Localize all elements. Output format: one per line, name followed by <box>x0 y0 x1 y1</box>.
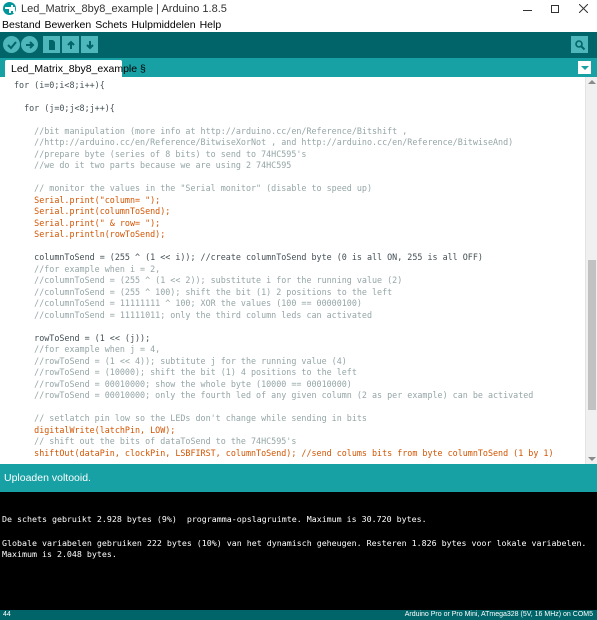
triangle-down-icon <box>580 65 589 70</box>
arrow-right-icon <box>25 40 34 49</box>
arrow-up-icon <box>66 40 75 49</box>
code-editor[interactable]: for (i=0;i<8;i++){ for (j=0;j<8;j++){ //… <box>0 77 585 464</box>
open-button[interactable] <box>62 36 79 53</box>
tab-bar: Led_Matrix_8by8_example § <box>0 58 597 77</box>
menu-bar: Bestand Bewerken Schets Hulpmiddelen Hel… <box>0 17 597 32</box>
save-button[interactable] <box>81 36 98 53</box>
tab-sketch[interactable]: Led_Matrix_8by8_example § <box>5 60 146 77</box>
toolbar <box>0 32 597 58</box>
status-message: Uploaden voltooid. <box>4 472 91 484</box>
console-output[interactable]: De schets gebruikt 2.928 bytes (9%) prog… <box>0 492 597 610</box>
code-line: //we do it two parts because we are usin… <box>14 160 292 170</box>
code-line: for (j=0;j<8;j++){ <box>14 103 115 113</box>
window-title: Led_Matrix_8by8_example | Arduino 1.8.5 <box>21 2 227 15</box>
menu-bestand[interactable]: Bestand <box>0 19 43 31</box>
code-line: //http://arduino.cc/en/Reference/Bitwise… <box>14 137 514 147</box>
editor-scrollbar[interactable] <box>585 77 597 464</box>
code-line: //rowToSend = (10000); shift the bit (1)… <box>14 367 357 377</box>
footer-bar: 44 Arduino Pro or Pro Mini, ATmega328 (5… <box>0 610 597 620</box>
console-line: Globale variabelen gebruiken 222 bytes (… <box>2 538 587 548</box>
code-line: //prepare byte (series of 8 bits) to sen… <box>14 149 307 159</box>
tab-menu-button[interactable] <box>578 61 591 74</box>
code-line: //columnToSend = 11111011; only the thir… <box>14 310 372 320</box>
upload-button[interactable] <box>21 36 38 53</box>
magnifier-icon <box>574 39 585 50</box>
arrow-down-icon <box>85 40 94 49</box>
code-line: //for example when j = 4, <box>14 344 161 354</box>
console-line: De schets gebruikt 2.928 bytes (9%) prog… <box>2 514 427 524</box>
menu-hulpmiddelen[interactable]: Hulpmiddelen <box>129 19 197 31</box>
menu-bewerken[interactable]: Bewerken <box>43 19 94 31</box>
code-line: // setlatch pin low so the LEDs don't ch… <box>14 413 367 423</box>
code-line: shiftOut(dataPin, clockPin, LSBFIRST, co… <box>14 448 554 458</box>
code-line: digitalWrite(latchPin, LOW); <box>14 425 176 435</box>
code-line: //rowToSend = (1 << 4)); subtitute j for… <box>14 356 347 366</box>
menu-schets[interactable]: Schets <box>93 19 129 31</box>
code-line: rowToSend = (1 << (j)); <box>14 333 151 343</box>
scroll-down-icon[interactable] <box>588 457 596 461</box>
line-number: 44 <box>3 611 11 618</box>
code-line: //columnToSend = (255 ^ (1 << 2)); subst… <box>14 275 403 285</box>
new-file-icon <box>48 39 55 50</box>
title-bar: Led_Matrix_8by8_example | Arduino 1.8.5 <box>0 0 597 17</box>
code-line: Serial.print(columnToSend); <box>14 206 171 216</box>
menu-help[interactable]: Help <box>198 19 224 31</box>
code-line: //columnToSend = (255 ^ 100); shift the … <box>14 287 393 297</box>
close-icon[interactable] <box>569 0 597 17</box>
code-line: // monitor the values in the "Serial mon… <box>14 183 372 193</box>
serial-monitor-button[interactable] <box>571 36 588 53</box>
scroll-up-icon[interactable] <box>588 80 596 84</box>
minimize-icon[interactable] <box>513 0 541 17</box>
code-line: //for example when i = 2, <box>14 264 161 274</box>
code-line: //rowToSend = 00010000; show the whole b… <box>14 379 352 389</box>
code-line: Serial.println(rowToSend); <box>14 229 166 239</box>
arduino-logo-icon <box>3 2 16 15</box>
board-info: Arduino Pro or Pro Mini, ATmega328 (5V, … <box>404 611 593 618</box>
window-controls <box>513 0 597 17</box>
scrollbar-thumb[interactable] <box>588 260 596 410</box>
code-line: for (i=0;i<8;i++){ <box>14 80 105 90</box>
new-button[interactable] <box>43 36 60 53</box>
maximize-icon[interactable] <box>541 0 569 17</box>
verify-button[interactable] <box>3 36 20 53</box>
status-bar: Uploaden voltooid. <box>0 464 597 492</box>
code-line: Serial.print("column= "); <box>14 195 161 205</box>
code-line: //rowToSend = 00010000; only the fourth … <box>14 390 534 400</box>
code-line: //bit manipulation (more info at http://… <box>14 126 408 136</box>
checkmark-icon <box>6 40 17 49</box>
code-line: //columnToSend = 11111111 ^ 100; XOR the… <box>14 298 362 308</box>
code-line: Serial.print(" & row= "); <box>14 218 161 228</box>
code-line: columnToSend = (255 ^ (1 << i)); //creat… <box>14 252 483 262</box>
code-line: // shift out the bits of dataToSend to t… <box>14 436 297 446</box>
console-line: Maximum is 2.048 bytes. <box>2 549 117 559</box>
